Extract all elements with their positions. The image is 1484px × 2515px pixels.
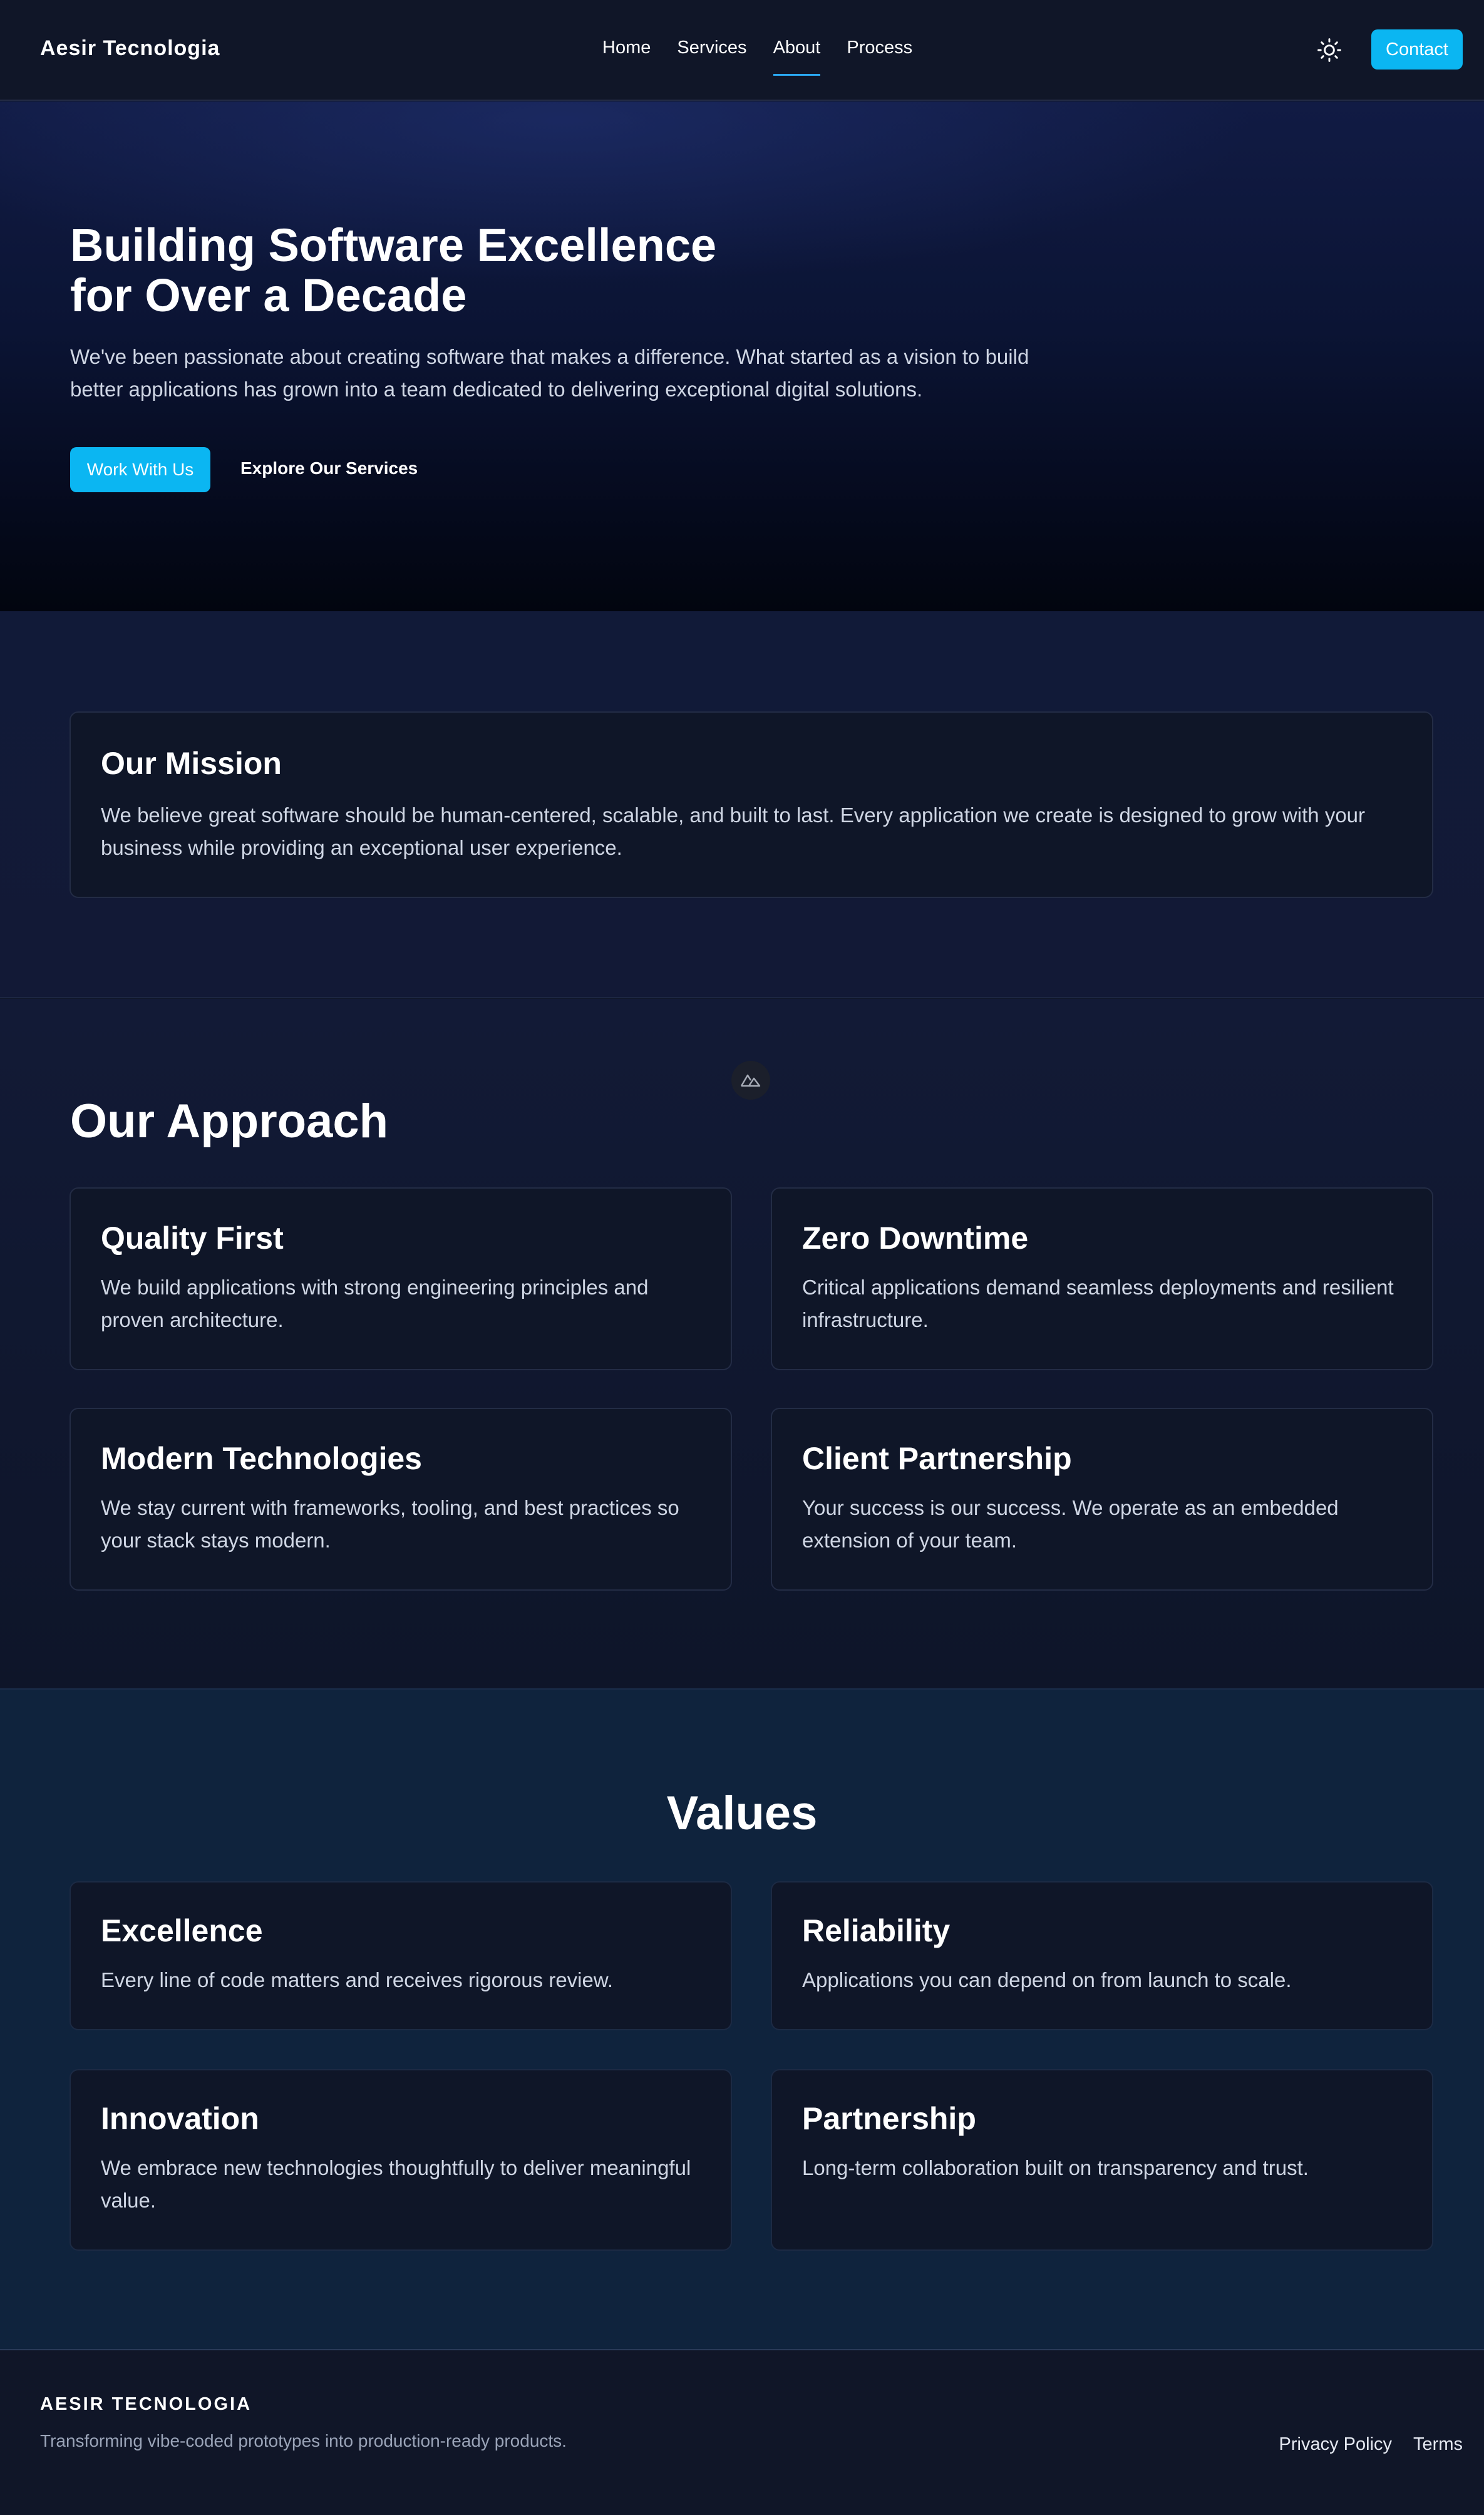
- mission-section: Our Mission We believe great software sh…: [0, 611, 1484, 998]
- value-card-text: We embrace new technologies thoughtfully…: [101, 2156, 691, 2212]
- nav-link-process[interactable]: Process: [847, 38, 912, 58]
- value-card-excellence: Excellence Every line of code matters an…: [70, 1881, 732, 2030]
- approach-card-text: Critical applications demand seamless de…: [802, 1276, 1394, 1331]
- approach-card-zero-downtime: Zero Downtime Critical applications dema…: [771, 1187, 1433, 1370]
- brand-logo-text[interactable]: Aesir Tecnologia: [40, 36, 220, 61]
- approach-section: Our Approach Quality First We build appl…: [0, 999, 1484, 1688]
- hero-title-line-1: Building Software Excellence: [70, 219, 717, 271]
- hero-title: Building Software Excellence for Over a …: [70, 220, 759, 321]
- values-section: Values Excellence Every line of code mat…: [0, 1688, 1484, 2349]
- nav-link-services[interactable]: Services: [677, 38, 746, 58]
- mission-card: Our Mission We believe great software sh…: [70, 711, 1433, 898]
- nav-link-home[interactable]: Home: [602, 38, 651, 58]
- mission-text: We believe great software should be huma…: [101, 803, 1366, 859]
- nav-links: Home Services About Process: [602, 38, 939, 76]
- value-card-text: Every line of code matters and receives …: [101, 1968, 614, 1991]
- approach-card-client-partnership: Client Partnership Your success is our s…: [771, 1408, 1433, 1591]
- approach-card-text: We build applications with strong engine…: [101, 1276, 649, 1331]
- hero-section: Building Software Excellence for Over a …: [0, 101, 1484, 611]
- approach-card-quality-first: Quality First We build applications with…: [70, 1187, 732, 1370]
- value-card-text: Long-term collaboration built on transpa…: [802, 2156, 1309, 2179]
- approach-card-title: Modern Technologies: [101, 1441, 422, 1476]
- value-card-title: Partnership: [802, 2101, 976, 2136]
- top-navigation: Aesir Tecnologia Home Services About Pro…: [0, 0, 1484, 101]
- value-card-reliability: Reliability Applications you can depend …: [771, 1881, 1433, 2030]
- mission-title: Our Mission: [101, 746, 282, 781]
- value-card-title: Excellence: [101, 1913, 263, 1948]
- explore-services-link[interactable]: Explore Our Services: [240, 458, 418, 478]
- nav-link-about[interactable]: About: [773, 38, 820, 76]
- values-title: Values: [666, 1787, 818, 1840]
- privacy-policy-link[interactable]: Privacy Policy: [1279, 2434, 1393, 2455]
- sun-icon[interactable]: [1316, 36, 1343, 64]
- approach-card-text: Your success is our success. We operate …: [802, 1496, 1339, 1552]
- approach-card-title: Quality First: [101, 1221, 284, 1256]
- nuxt-logo-icon[interactable]: [731, 1061, 770, 1100]
- hero-description: We've been passionate about creating sof…: [70, 345, 1029, 401]
- footer-links: Privacy Policy Terms: [1279, 2434, 1463, 2455]
- terms-link[interactable]: Terms: [1413, 2434, 1463, 2455]
- approach-card-title: Client Partnership: [802, 1441, 1072, 1476]
- footer-brand: AESIR TECNOLOGIA: [40, 2394, 252, 2414]
- hero-title-line-2: for Over a Decade: [70, 269, 467, 321]
- approach-title: Our Approach: [70, 1095, 389, 1148]
- contact-button[interactable]: Contact: [1371, 29, 1463, 70]
- value-card-title: Innovation: [101, 2101, 259, 2136]
- value-card-partnership: Partnership Long-term collaboration buil…: [771, 2069, 1433, 2251]
- site-footer: AESIR TECNOLOGIA Transforming vibe-coded…: [0, 2349, 1484, 2515]
- footer-tagline: Transforming vibe-coded prototypes into …: [40, 2431, 567, 2450]
- approach-card-title: Zero Downtime: [802, 1221, 1029, 1256]
- approach-card-modern-technologies: Modern Technologies We stay current with…: [70, 1408, 732, 1591]
- approach-card-text: We stay current with frameworks, tooling…: [101, 1496, 679, 1552]
- value-card-innovation: Innovation We embrace new technologies t…: [70, 2069, 732, 2251]
- value-card-title: Reliability: [802, 1913, 951, 1948]
- work-with-us-button[interactable]: Work With Us: [70, 447, 210, 492]
- value-card-text: Applications you can depend on from laun…: [802, 1968, 1292, 1991]
